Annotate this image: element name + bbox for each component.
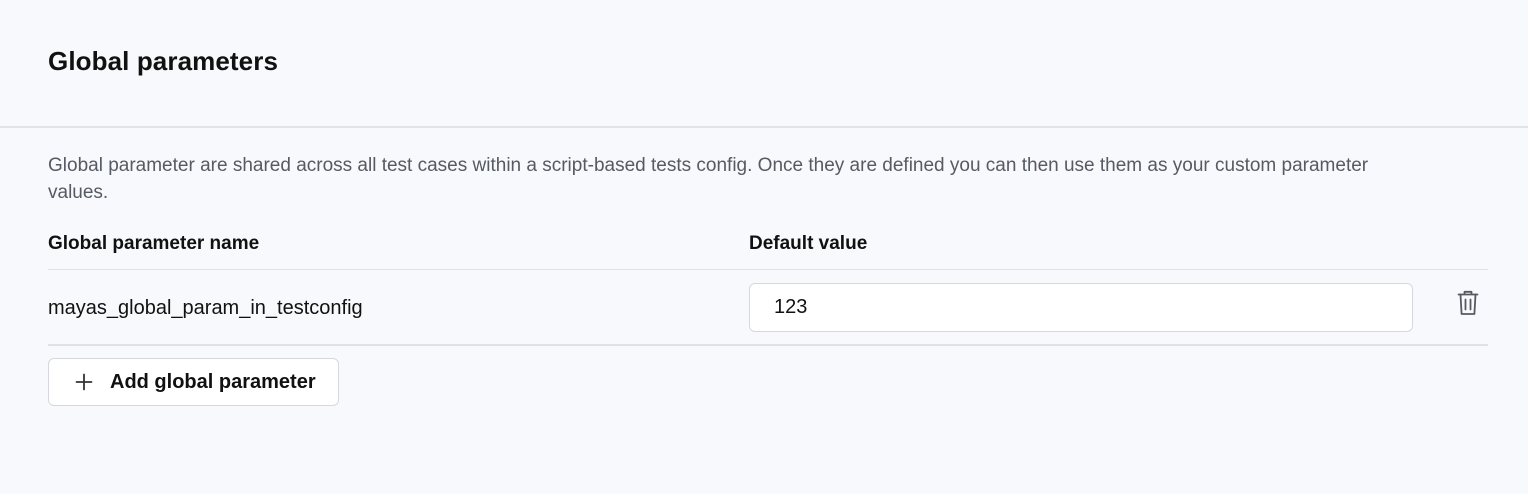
plus-icon xyxy=(75,373,93,391)
trash-icon xyxy=(1457,290,1479,315)
table-divider xyxy=(48,269,1488,270)
add-button-label: Add global parameter xyxy=(110,371,316,393)
page-title: Global parameters xyxy=(48,46,279,76)
column-header-default-value: Default value xyxy=(749,233,868,254)
table-divider xyxy=(48,344,1488,346)
delete-parameter-button[interactable] xyxy=(1452,287,1484,319)
add-global-parameter-button[interactable]: Add global parameter xyxy=(48,358,339,406)
column-header-name: Global parameter name xyxy=(48,233,260,254)
page-header: Global parameters xyxy=(0,0,1528,128)
description-text: Global parameter are shared across all t… xyxy=(48,155,1369,203)
parameter-name: mayas_global_param_in_testconfig xyxy=(48,297,363,319)
default-value-input[interactable] xyxy=(749,283,1413,332)
